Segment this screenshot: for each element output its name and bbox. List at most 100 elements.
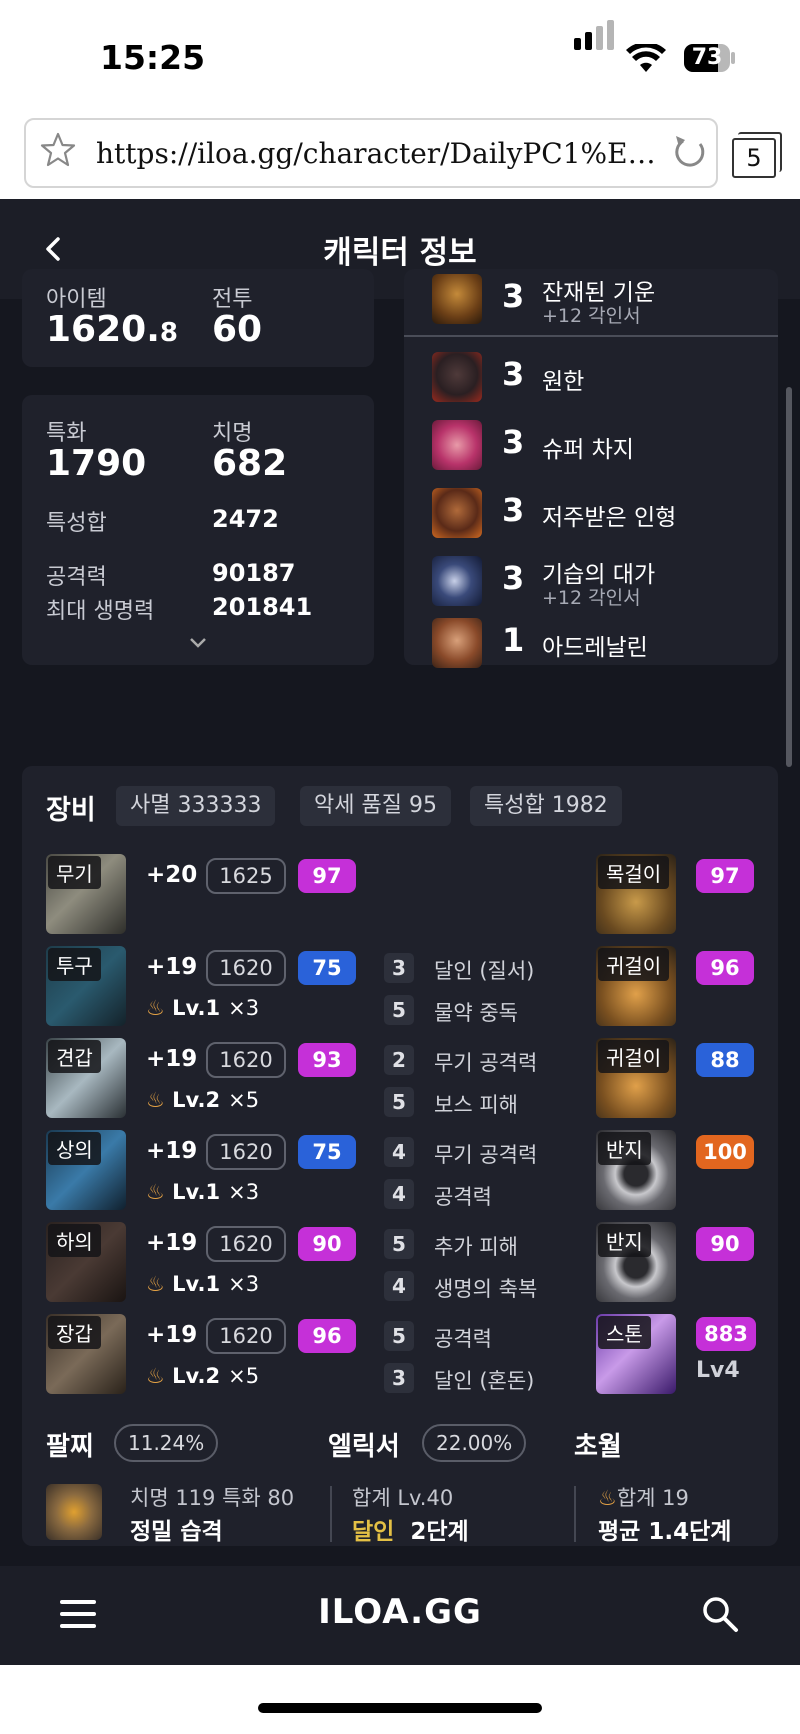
- engraving-book: +12 각인서: [542, 587, 641, 609]
- status-bar: 15:25 73: [0, 0, 800, 118]
- item-level-value: 1620.8: [46, 309, 178, 350]
- effect-name: 추가 피해: [434, 1235, 518, 1259]
- tab-count: 5: [732, 138, 776, 178]
- bracelet-title: 팔찌: [46, 1432, 94, 1462]
- bracelet-effects: 정밀 습격: [130, 1519, 223, 1545]
- reload-icon[interactable]: [670, 132, 710, 172]
- shoulder-slot[interactable]: 견갑: [46, 1038, 126, 1118]
- transcend-info: ♨ Lv.2 ×5: [146, 1364, 260, 1388]
- elixir-set: 달인 2단계: [352, 1519, 469, 1545]
- item-level-card: 아이템 1620.8 전투 60: [22, 269, 374, 367]
- bracelet-icon[interactable]: [46, 1484, 102, 1540]
- engraving-row[interactable]: 3 원한: [422, 347, 762, 407]
- equipment-card: 장비 사멸 333333 악세 품질 95 특성합 1982 무기 +20 16…: [22, 766, 778, 1546]
- effect-level: 2: [384, 1045, 414, 1075]
- page-scrollbar[interactable]: [786, 387, 792, 767]
- chest-slot[interactable]: 상의: [46, 1130, 126, 1210]
- stat-total-label: 특성합: [46, 511, 107, 536]
- quality-badge: 88: [696, 1043, 754, 1077]
- engraving-name: 저주받은 인형: [542, 505, 677, 531]
- honing-level: +19: [146, 1046, 198, 1072]
- quality-badge: 96: [696, 951, 754, 985]
- bottom-nav: ILOA.GG: [0, 1566, 800, 1665]
- crit-value: 682: [212, 443, 288, 484]
- quality-badge: 90: [298, 1227, 356, 1261]
- item-level-badge: 1625: [206, 858, 286, 894]
- address-bar[interactable]: https://iloa.gg/character/DailyPC1%ED%9…: [24, 118, 718, 188]
- effect-name: 공격력: [434, 1185, 492, 1209]
- item-level-badge: 1620: [206, 950, 286, 986]
- engraving-level: 3: [502, 491, 525, 529]
- effect-level: 4: [384, 1179, 414, 1209]
- ring-slot[interactable]: 반지: [596, 1222, 676, 1302]
- tab-switcher-button[interactable]: 5: [732, 132, 782, 178]
- engraving-row[interactable]: 1 아드레날린: [422, 613, 762, 673]
- helmet-slot[interactable]: 투구: [46, 946, 126, 1026]
- earring-slot[interactable]: 귀걸이: [596, 946, 676, 1026]
- item-level-badge: 1620: [206, 1042, 286, 1078]
- engraving-row[interactable]: 3 잔재된 기운 +12 각인서: [422, 269, 762, 329]
- max-hp-value: 201841: [212, 593, 313, 621]
- engravings-card: 3 잔재된 기운 +12 각인서 3 원한 3 슈퍼 차지 3 저주받은 인형 …: [404, 269, 778, 668]
- attack-value: 90187: [212, 559, 296, 587]
- engraving-level: 3: [502, 423, 525, 461]
- home-indicator[interactable]: [258, 1703, 542, 1713]
- engraving-level: 1: [502, 621, 525, 659]
- engraving-level: 3: [502, 559, 525, 597]
- effect-name: 무기 공격력: [434, 1143, 538, 1167]
- engraving-row[interactable]: 3 기습의 대가 +12 각인서: [422, 551, 762, 611]
- elixir-percent: 22.00%: [422, 1424, 527, 1462]
- effect-level: 5: [384, 1087, 414, 1117]
- ring-slot[interactable]: 반지: [596, 1130, 676, 1210]
- necklace-slot[interactable]: 목걸이: [596, 854, 676, 934]
- flame-icon: ♨: [146, 1088, 165, 1112]
- effect-level: 4: [384, 1137, 414, 1167]
- weapon-slot[interactable]: 무기: [46, 854, 126, 934]
- bookmark-star-icon[interactable]: [38, 130, 78, 170]
- engraving-row[interactable]: 3 슈퍼 차지: [422, 415, 762, 475]
- site-logo[interactable]: ILOA.GG: [0, 1592, 800, 1632]
- effect-name: 공격력: [434, 1327, 492, 1351]
- engraving-divider: [404, 335, 778, 337]
- effect-level: 3: [384, 953, 414, 983]
- transcend-total: ♨합계 19: [598, 1486, 689, 1510]
- search-icon[interactable]: [700, 1594, 740, 1634]
- quality-badge: 97: [696, 859, 754, 893]
- ability-stone-slot[interactable]: 스톤: [596, 1314, 676, 1394]
- wifi-icon: [626, 44, 666, 72]
- transcend-average: 평균 1.4단계: [598, 1519, 732, 1545]
- url-text[interactable]: https://iloa.gg/character/DailyPC1%ED%9…: [96, 137, 676, 170]
- transcend-info: ♨ Lv.1 ×3: [146, 1272, 260, 1296]
- combat-level-value: 60: [212, 309, 263, 350]
- app-viewport: 캐릭터 정보 아이템 1620.8 전투 60 특화 1790 치명 682 특…: [0, 199, 800, 1665]
- equipment-chip-set: 사멸 333333: [116, 786, 276, 826]
- stat-total-value: 2472: [212, 505, 279, 533]
- transcend-info: ♨ Lv.2 ×5: [146, 1088, 260, 1112]
- engraving-icon: [432, 488, 482, 538]
- bracelet-percent: 11.24%: [114, 1424, 219, 1462]
- expand-chevron-icon[interactable]: [188, 635, 208, 651]
- effect-name: 생명의 축복: [434, 1277, 538, 1301]
- pants-slot[interactable]: 하의: [46, 1222, 126, 1302]
- engraving-icon: [432, 352, 482, 402]
- flame-icon: ♨: [146, 1180, 165, 1204]
- status-time: 15:25: [100, 38, 206, 77]
- quality-badge: 97: [298, 859, 356, 893]
- quality-badge: 93: [298, 1043, 356, 1077]
- quality-badge: 100: [696, 1135, 754, 1169]
- flame-icon: ♨: [146, 996, 165, 1020]
- gloves-slot[interactable]: 장갑: [46, 1314, 126, 1394]
- effect-name: 무기 공격력: [434, 1051, 538, 1075]
- stats-card: 특화 1790 치명 682 특성합 2472 공격력 90187 최대 생명력…: [22, 395, 374, 665]
- elixir-total: 합계 Lv.40: [352, 1486, 454, 1510]
- engraving-name: 아드레날린: [542, 635, 648, 661]
- honing-level: +19: [146, 1322, 198, 1348]
- transcend-info: ♨ Lv.1 ×3: [146, 996, 260, 1020]
- earring-slot[interactable]: 귀걸이: [596, 1038, 676, 1118]
- spec-value: 1790: [46, 443, 147, 484]
- engraving-row[interactable]: 3 저주받은 인형: [422, 483, 762, 543]
- effect-level: 5: [384, 995, 414, 1025]
- effect-level: 4: [384, 1271, 414, 1301]
- battery-icon: 73: [684, 44, 730, 72]
- item-level-badge: 1620: [206, 1134, 286, 1170]
